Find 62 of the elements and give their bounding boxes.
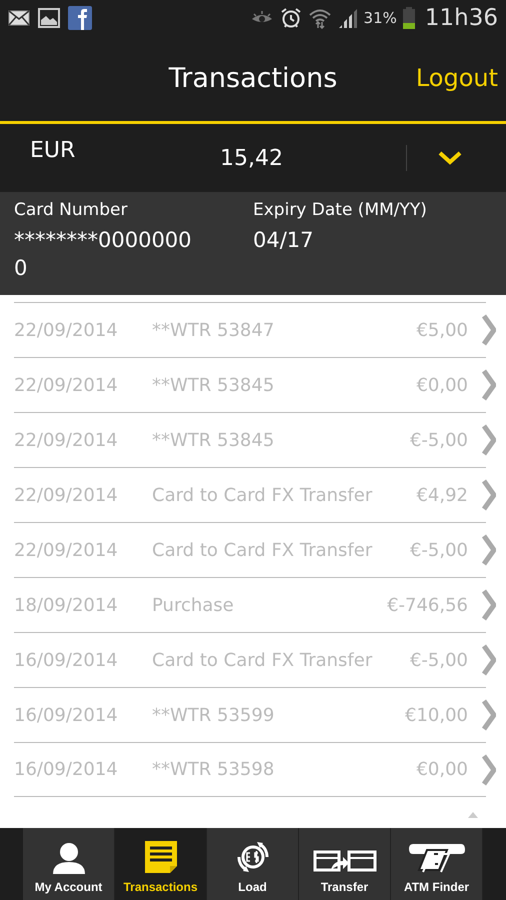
balance-amount: 15,42 [220,146,284,170]
chevron-right-icon [482,644,496,676]
transaction-date: 22/09/2014 [14,430,119,450]
transaction-date: 22/09/2014 [14,374,119,396]
transaction-description: **WTR 53847 [152,320,276,340]
transaction-date: 16/09/2014 [14,650,119,670]
chevron-right-icon [482,424,496,456]
transaction-description: Card to Card FX Transfer [152,650,374,670]
transaction-description: Card to Card FX Transfer [152,484,374,506]
transaction-amount: €0,00 [416,759,468,780]
expiry-date: 04/17 [253,227,314,254]
chevron-right-icon [482,699,496,731]
social-app-icon [68,6,92,30]
nav-tab[interactable]: Transfer [299,828,391,900]
alarm-clock-icon [280,6,302,28]
signal-icon [338,8,358,28]
chevron-right-icon [482,369,496,401]
clock-time: 11h36 [424,4,498,30]
chevron-right-icon [482,314,496,346]
transaction-amount: €5,00 [416,320,468,340]
battery-percentage: 31% [364,8,397,26]
nav-tab[interactable]: My Account [23,828,115,900]
logout-link[interactable]: Logout [416,64,498,92]
transaction-description: Card to Card FX Transfer [152,540,374,560]
card-transfer-icon [312,848,376,874]
transaction-amount: €-5,00 [410,540,468,560]
transaction-amount: €-746,56 [387,594,468,616]
currency-label: EUR [30,138,76,163]
transaction-date: 22/09/2014 [14,320,119,340]
image-icon [38,8,60,28]
nav-tab[interactable]: Load [207,828,299,900]
card-number: ********00000000 [14,227,193,282]
transaction-amount: €-5,00 [410,650,468,670]
transaction-amount: €-5,00 [410,430,468,450]
chevron-down-icon[interactable] [437,150,463,166]
transaction-date: 22/09/2014 [14,484,119,506]
transaction-amount: €10,00 [405,704,468,726]
transaction-description: **WTR 53845 [152,430,276,450]
currency-selector[interactable]: EUR 15,42 [0,124,506,192]
transaction-description: **WTR 53599 [152,704,276,726]
transaction-description: **WTR 53598 [152,759,276,780]
chevron-right-icon [482,534,496,566]
transaction-date: 22/09/2014 [14,540,119,560]
nav-tab[interactable]: ATM Finder [391,828,483,900]
transaction-date: 18/09/2014 [14,594,119,616]
transaction-description: Purchase [152,594,235,616]
mail-icon [8,10,30,26]
chevron-right-icon [482,754,496,786]
chevron-right-icon [482,589,496,621]
card-number-label: Card Number [14,200,128,220]
battery-icon [402,6,415,28]
chevron-right-icon [482,479,496,511]
scroll-up-icon [468,812,478,818]
note-icon [144,840,178,874]
expiry-date-label: Expiry Date (MM/YY) [253,200,427,220]
transaction-amount: €0,00 [416,374,468,396]
transaction-date: 16/09/2014 [14,759,119,780]
transaction-date: 16/09/2014 [14,704,119,726]
wifi-icon [308,6,332,28]
page-title: Transactions [168,62,338,94]
transaction-description: **WTR 53845 [152,374,276,396]
transaction-amount: €4,92 [416,484,468,506]
